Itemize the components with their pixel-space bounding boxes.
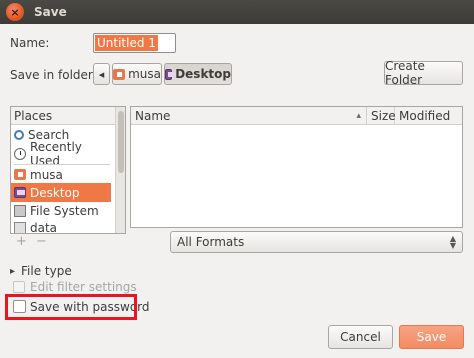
highlight-annotation bbox=[5, 294, 137, 320]
path-button-musa[interactable]: musa bbox=[112, 63, 162, 85]
places-header: Places bbox=[11, 107, 125, 125]
clock-icon bbox=[14, 147, 26, 160]
save-in-folder-label: Save in folder: bbox=[10, 68, 97, 82]
column-name-label: Name bbox=[135, 109, 171, 123]
desktop-folder-icon bbox=[14, 187, 26, 198]
window-title: Save bbox=[34, 5, 67, 19]
file-format-select[interactable]: All Formats ▲ ▼ bbox=[170, 231, 463, 253]
desktop-folder-icon bbox=[165, 68, 177, 80]
places-scrollbar[interactable] bbox=[115, 107, 125, 233]
expander-arrow-icon: ▸ bbox=[10, 265, 16, 277]
sort-arrow-icon: ▴ bbox=[356, 111, 361, 121]
add-place-button[interactable]: + bbox=[16, 234, 27, 249]
file-type-expander[interactable]: ▸ File type bbox=[10, 264, 72, 278]
close-icon[interactable]: × bbox=[6, 3, 24, 21]
name-label: Name: bbox=[10, 36, 50, 50]
path-back-button[interactable]: ◂ bbox=[93, 63, 110, 85]
places-header-label: Places bbox=[14, 108, 53, 123]
title-bar: × Save bbox=[0, 0, 474, 24]
column-name[interactable]: Name ▴ bbox=[131, 107, 367, 125]
column-size[interactable]: Size bbox=[367, 107, 396, 125]
file-type-label: File type bbox=[21, 264, 72, 278]
files-panel: Name ▴ Size Modified bbox=[130, 106, 463, 228]
place-item-musa[interactable]: musa bbox=[11, 165, 111, 184]
path-button-desktop[interactable]: Desktop bbox=[164, 63, 232, 85]
file-format-value: All Formats bbox=[177, 235, 245, 249]
edit-filter-label: Edit filter settings bbox=[30, 280, 137, 294]
place-label: data bbox=[30, 220, 58, 234]
place-label: File System bbox=[30, 203, 99, 218]
column-modified[interactable]: Modified bbox=[395, 107, 462, 125]
create-folder-button[interactable]: Create Folder bbox=[384, 59, 463, 87]
search-icon bbox=[14, 129, 24, 140]
places-panel: Places Search Recently Used musa Desktop… bbox=[10, 106, 126, 234]
place-item-recently-used[interactable]: Recently Used bbox=[11, 140, 111, 168]
back-arrow-icon: ◂ bbox=[98, 67, 105, 81]
path-label-musa: musa bbox=[128, 67, 161, 81]
drive-icon bbox=[14, 204, 26, 217]
combo-arrows-icon: ▲ ▼ bbox=[449, 234, 456, 250]
filename-input[interactable]: Untitled 1 bbox=[93, 33, 176, 53]
remove-place-button[interactable]: − bbox=[36, 234, 47, 249]
place-label: musa bbox=[30, 167, 63, 182]
file-list[interactable] bbox=[131, 125, 462, 227]
places-scroll-thumb[interactable] bbox=[118, 111, 124, 173]
place-item-data[interactable]: data bbox=[11, 218, 111, 234]
cancel-button[interactable]: Cancel bbox=[328, 325, 393, 349]
edit-filter-checkbox[interactable] bbox=[13, 281, 25, 293]
disk-icon bbox=[14, 221, 26, 233]
files-header: Name ▴ Size Modified bbox=[131, 107, 462, 125]
save-button[interactable]: Save bbox=[399, 325, 464, 349]
filename-value: Untitled 1 bbox=[95, 35, 158, 51]
home-folder-icon bbox=[14, 169, 26, 180]
path-label-desktop: Desktop bbox=[175, 67, 231, 81]
place-label: Desktop bbox=[30, 185, 80, 200]
place-item-desktop[interactable]: Desktop bbox=[11, 183, 111, 202]
home-folder-icon bbox=[113, 68, 126, 80]
